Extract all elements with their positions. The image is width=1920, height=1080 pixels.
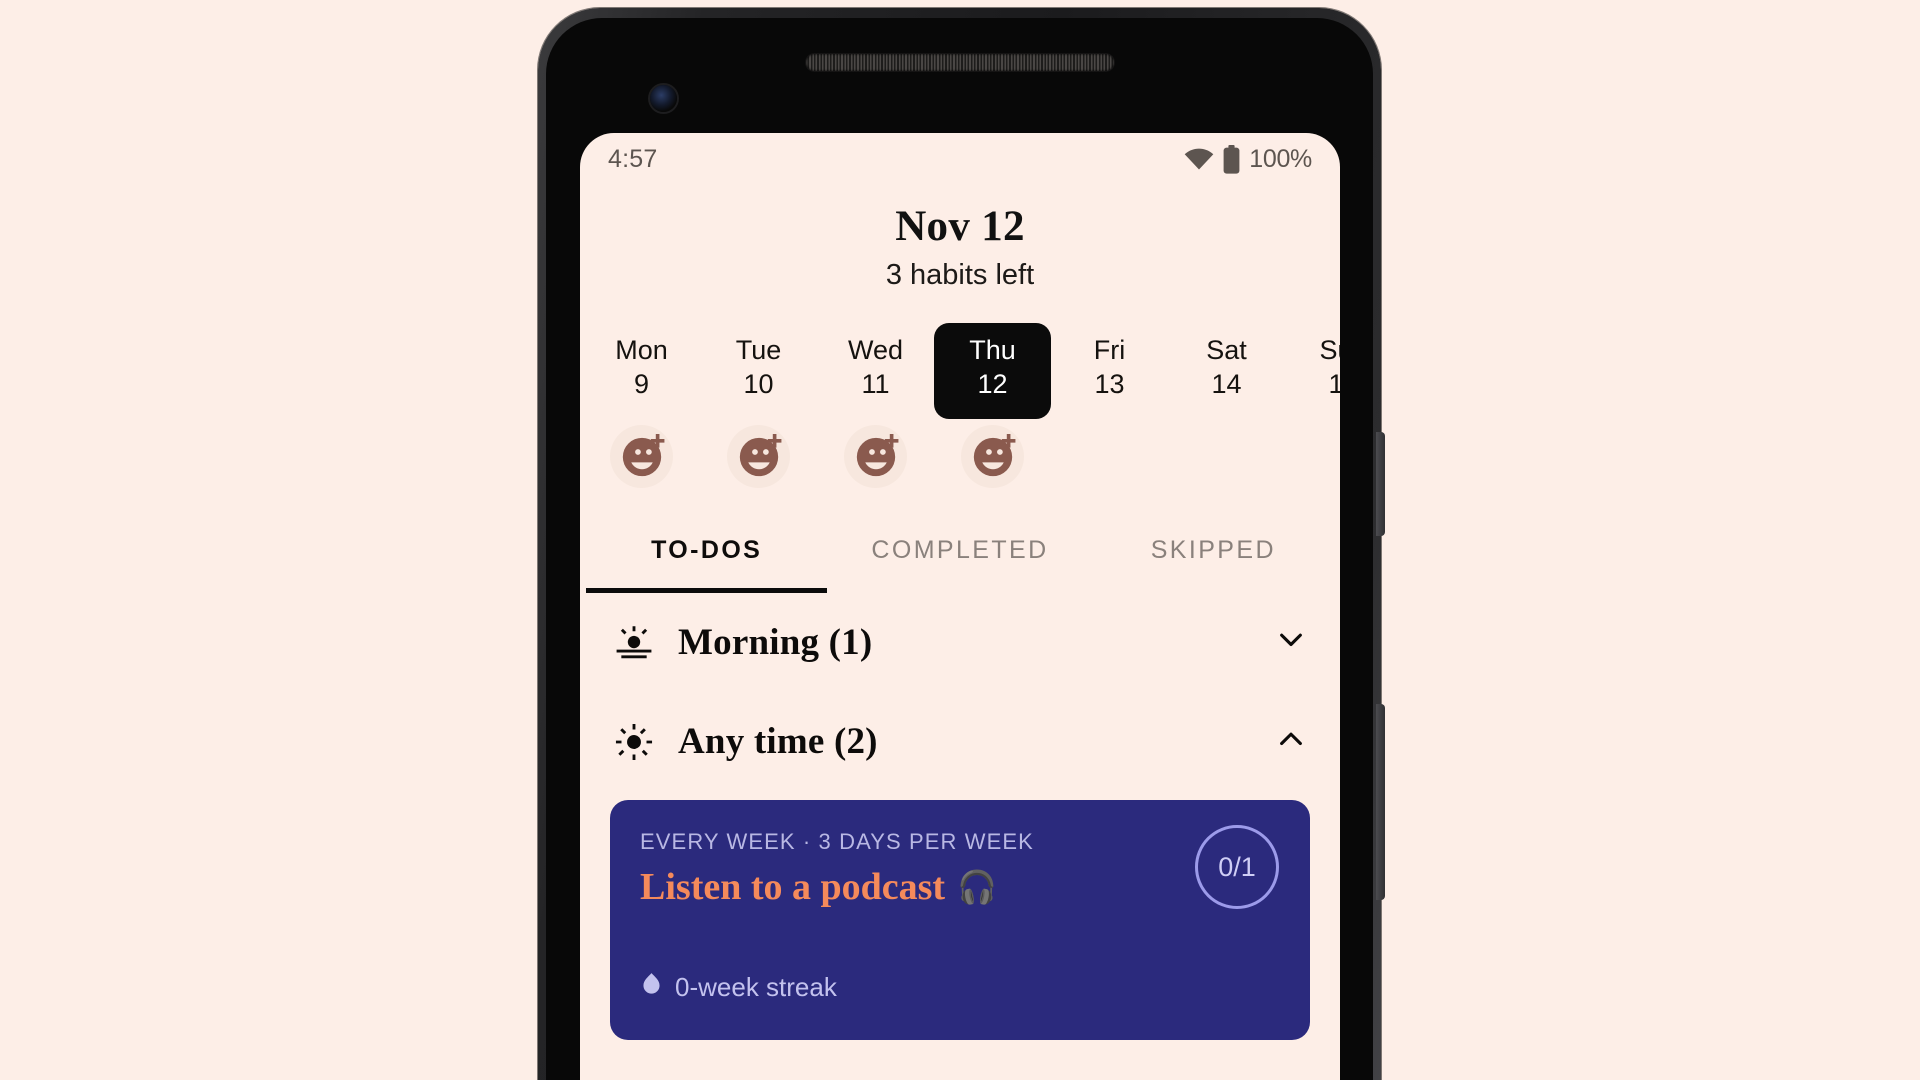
power-button[interactable]: [1376, 432, 1385, 536]
status-bar: 4:57 100%: [580, 133, 1340, 186]
mood-cell: [583, 425, 700, 489]
habits-left-label: 3 habits left: [885, 259, 1035, 291]
section-title-label: Any time (2): [678, 721, 878, 763]
sunrise-icon: [612, 624, 656, 662]
page-title: Nov 12: [895, 203, 1025, 250]
wifi-icon: [1184, 148, 1214, 172]
tab-label: SKIPPED: [1150, 536, 1276, 565]
tab-label: TO-DOS: [651, 536, 763, 565]
day-number-label: 15: [1328, 369, 1340, 400]
flame-icon: [640, 970, 663, 1004]
sun-icon: [612, 723, 656, 761]
chevron-up-icon[interactable]: [1274, 722, 1308, 761]
mood-strip[interactable]: [580, 425, 1340, 489]
day-name-label: Thu: [969, 335, 1016, 365]
app-screen: 4:57 100% Nov 12 3 habits left Mon 9 Tue 10…: [580, 133, 1340, 1080]
status-bar-clock: 4:57: [608, 145, 658, 173]
day-selector-strip[interactable]: Mon 9 Tue 10 Wed 11 Thu 12 Fri 13 Sat 14 Sun 15: [580, 323, 1340, 420]
add-mood-face-icon: [970, 433, 1016, 480]
day-name-label: Tue: [735, 335, 782, 365]
day-name-label: Sun: [1319, 335, 1340, 365]
section-header-any-time-[interactable]: Any time (2): [580, 692, 1340, 791]
day-cell-fri[interactable]: Fri 13: [1051, 323, 1168, 419]
day-cell-thu[interactable]: Thu 12: [934, 323, 1051, 420]
day-number-label: 10: [743, 369, 774, 400]
tab-completed[interactable]: COMPLETED: [833, 524, 1086, 593]
habit-title-row: Listen to a podcast 🎧: [640, 865, 1280, 909]
tab-to-dos[interactable]: TO-DOS: [580, 524, 833, 594]
habit-streak-row: 0-week streak: [640, 970, 1280, 1004]
habit-progress-badge[interactable]: 0/1: [1195, 825, 1279, 910]
day-name-label: Fri: [1093, 335, 1126, 365]
add-mood-face-icon: [619, 433, 665, 480]
volume-rocker-button[interactable]: [1376, 704, 1385, 900]
habit-frequency-label: EVERY WEEK · 3 DAYS PER WEEK: [640, 829, 1034, 855]
tab-bar[interactable]: TO-DOS COMPLETED SKIPPED: [580, 524, 1340, 594]
day-number-label: 12: [977, 369, 1008, 400]
day-cell-mon[interactable]: Mon 9: [583, 323, 700, 419]
speaker-grille-icon: [806, 54, 1114, 71]
habit-title-label: Listen to a podcast: [640, 866, 946, 909]
tab-active-underline: [586, 588, 828, 594]
day-number-label: 9: [633, 369, 650, 400]
day-cell-sat[interactable]: Sat 14: [1168, 323, 1285, 419]
day-cell-tue[interactable]: Tue 10: [700, 323, 817, 419]
mood-cell: [934, 425, 1051, 489]
add-mood-button[interactable]: [961, 425, 1024, 489]
day-number-label: 11: [861, 369, 890, 400]
battery-full-icon: [1223, 145, 1240, 174]
day-number-label: 14: [1211, 369, 1242, 400]
habit-card[interactable]: EVERY WEEK · 3 DAYS PER WEEK Listen to a …: [610, 800, 1310, 1041]
mood-cell: [700, 425, 817, 489]
tab-label: COMPLETED: [871, 536, 1049, 565]
add-mood-face-icon: [853, 433, 899, 480]
day-name-label: Mon: [615, 335, 668, 365]
add-mood-button[interactable]: [727, 425, 790, 489]
day-name-label: Wed: [847, 335, 904, 365]
day-cell-sun[interactable]: Sun 15: [1285, 323, 1340, 419]
add-mood-button[interactable]: [844, 425, 907, 489]
add-mood-button[interactable]: [610, 425, 673, 489]
day-cell-wed[interactable]: Wed 11: [817, 323, 934, 419]
day-number-label: 13: [1094, 369, 1125, 400]
front-camera-icon: [650, 85, 677, 112]
sections-container: Morning (1) Any time (2) EVERY WEEK · 3 D…: [580, 593, 1340, 1041]
chevron-down-icon[interactable]: [1274, 623, 1308, 662]
tab-skipped[interactable]: SKIPPED: [1087, 524, 1340, 593]
day-name-label: Sat: [1206, 335, 1247, 365]
mood-cell: [817, 425, 934, 489]
section-title-label: Morning (1): [678, 622, 873, 664]
app-header: Nov 12 3 habits left: [580, 186, 1340, 292]
headphones-emoji-icon: 🎧: [957, 869, 997, 906]
section-header-morning-[interactable]: Morning (1): [580, 593, 1340, 692]
battery-percent-label: 100%: [1249, 145, 1312, 173]
habit-streak-label: 0-week streak: [675, 971, 837, 1002]
add-mood-face-icon: [736, 433, 782, 480]
